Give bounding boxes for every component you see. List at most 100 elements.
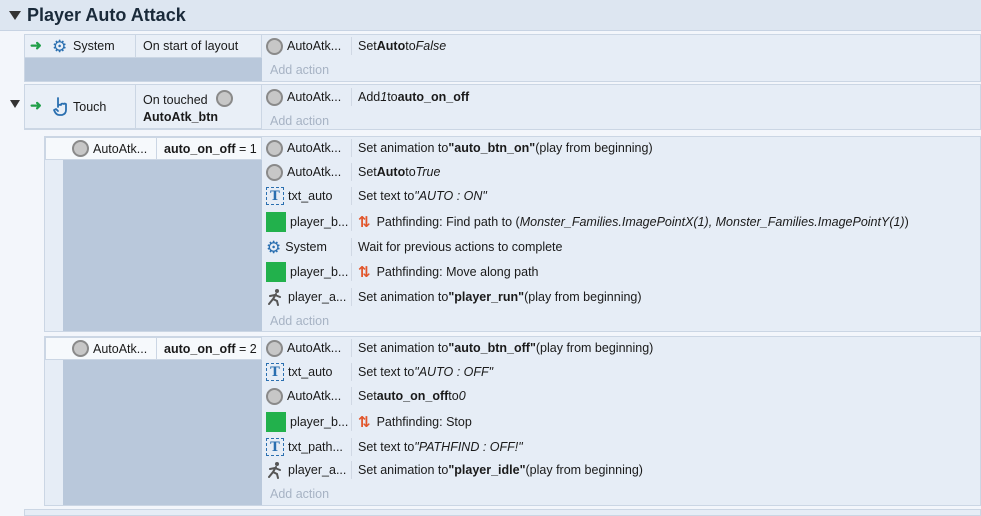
- action-text: Set text to "AUTO : ON": [358, 189, 487, 203]
- green-square-icon: [266, 262, 286, 282]
- action-text: Set text to "AUTO : OFF": [358, 365, 494, 379]
- event-arrow-icon: ➜: [30, 37, 42, 53]
- add-action-link[interactable]: Add action: [270, 109, 329, 133]
- action-text: Set animation to "auto_btn_off" (play fr…: [358, 341, 654, 355]
- action-row[interactable]: Ttxt_auto Set text to "AUTO : ON": [262, 184, 981, 208]
- action-text: Wait for previous actions to complete: [358, 240, 563, 254]
- add-action-link[interactable]: Add action: [270, 309, 329, 333]
- action-row[interactable]: AutoAtk... Set animation to "auto_btn_of…: [262, 336, 981, 360]
- sub-event-2-condition[interactable]: AutoAtk... auto_on_off = 2: [45, 337, 262, 360]
- action-row[interactable]: AutoAtk... Set Auto to True: [262, 160, 981, 184]
- condition-text: auto_on_off = 1: [164, 142, 257, 156]
- action-object: txt_auto: [288, 365, 333, 379]
- action-text: ⇅ Pathfinding: Stop: [358, 413, 472, 431]
- action-row[interactable]: player_b... ⇅ Pathfinding: Stop: [262, 410, 981, 434]
- condition-text-line2: AutoAtk_btn: [143, 110, 218, 124]
- action-object: txt_path...: [288, 440, 343, 454]
- action-row[interactable]: AutoAtk... Set Auto to False: [262, 34, 981, 58]
- action-object: txt_auto: [288, 189, 333, 203]
- action-object: System: [285, 240, 327, 254]
- add-action-row[interactable]: Add action: [262, 309, 981, 333]
- text-object-icon: T: [266, 363, 284, 381]
- divider: [156, 138, 157, 159]
- circle-object-icon: [266, 37, 283, 55]
- condition-object: System: [73, 39, 115, 53]
- action-object: player_a...: [288, 463, 347, 477]
- running-figure-icon: [268, 462, 281, 479]
- action-row[interactable]: AutoAtk... Set animation to "auto_btn_on…: [262, 136, 981, 160]
- sub-event-1-condition[interactable]: AutoAtk... auto_on_off = 1: [45, 137, 262, 160]
- collapse-triangle-icon[interactable]: [9, 11, 21, 20]
- action-row[interactable]: Ttxt_auto Set text to "AUTO : OFF": [262, 360, 981, 384]
- circle-object-icon: [266, 139, 283, 157]
- gear-icon: ⚙: [266, 237, 282, 257]
- action-text: Set text to "PATHFIND : OFF!": [358, 440, 523, 454]
- action-object: AutoAtk...: [287, 90, 342, 104]
- gear-icon: ⚙: [52, 37, 68, 56]
- action-object: AutoAtk...: [287, 141, 342, 155]
- text-object-icon: T: [266, 438, 284, 456]
- action-text: Set animation to "player_idle" (play fro…: [358, 463, 643, 477]
- circle-object-icon: [72, 140, 89, 157]
- action-row[interactable]: Ttxt_path... Set text to "PATHFIND : OFF…: [262, 435, 981, 459]
- action-object: AutoAtk...: [287, 389, 342, 403]
- circle-object-icon: [266, 339, 283, 357]
- circle-object-icon: [266, 163, 283, 181]
- add-action-row[interactable]: Add action: [262, 482, 981, 506]
- event-2-condition-column: ➜ Touch On touched AutoAtk_btn: [25, 85, 262, 129]
- condition-object: AutoAtk...: [93, 142, 148, 156]
- action-row[interactable]: player_a... Set animation to "player_run…: [262, 285, 981, 309]
- add-action-row[interactable]: Add action: [262, 58, 981, 82]
- action-row[interactable]: ⚙ System Wait for previous actions to com…: [262, 235, 981, 259]
- group-title: Player Auto Attack: [27, 5, 186, 25]
- event-1-condition[interactable]: ➜ ⚙ System On start of layout: [25, 35, 262, 58]
- divider: [135, 85, 136, 129]
- touch-hand-icon: [53, 97, 67, 116]
- action-row[interactable]: player_a... Set animation to "player_idl…: [262, 458, 981, 482]
- action-text: Set Auto to False: [358, 39, 447, 53]
- pathfinding-icon: ⇅: [358, 263, 371, 281]
- circle-object-icon: [266, 88, 283, 106]
- green-square-icon: [266, 412, 286, 432]
- action-text: Set auto_on_off to 0: [358, 389, 466, 403]
- action-object: AutoAtk...: [287, 341, 342, 355]
- action-text: Add 1 to auto_on_off: [358, 90, 470, 104]
- condition-object: AutoAtk...: [93, 342, 148, 356]
- condition-text: auto_on_off = 2: [164, 342, 257, 356]
- action-object: player_b...: [290, 215, 349, 229]
- add-action-link[interactable]: Add action: [270, 58, 329, 82]
- event-2-condition[interactable]: ➜ Touch On touched AutoAtk_btn: [25, 85, 262, 129]
- action-text: Set animation to "player_run" (play from…: [358, 290, 642, 304]
- circle-object-icon: [266, 387, 283, 405]
- action-object: player_b...: [290, 265, 349, 279]
- event-1-condition-column: ➜ ⚙ System On start of layout: [25, 35, 262, 81]
- add-action-link[interactable]: Add action: [270, 482, 329, 506]
- action-text: ⇅ Pathfinding: Move along path: [358, 263, 539, 281]
- condition-text: On start of layout: [143, 39, 239, 53]
- add-action-row[interactable]: Add action: [262, 109, 981, 133]
- sub-event-2-condition-column: [63, 337, 262, 505]
- action-row[interactable]: AutoAtk... Set auto_on_off to 0: [262, 384, 981, 408]
- pathfinding-icon: ⇅: [358, 213, 371, 231]
- action-row[interactable]: AutoAtk... Add 1 to auto_on_off: [262, 85, 981, 109]
- group-header[interactable]: Player Auto Attack: [0, 0, 981, 31]
- collapse-triangle-icon[interactable]: [10, 100, 20, 108]
- action-object: player_b...: [290, 415, 349, 429]
- action-object: AutoAtk...: [287, 165, 342, 179]
- circle-object-icon: [72, 340, 89, 357]
- next-event-block[interactable]: [24, 509, 981, 516]
- action-row[interactable]: player_b... ⇅ Pathfinding: Move along pat…: [262, 260, 981, 284]
- circle-object-icon: [216, 90, 233, 107]
- running-figure-icon: [268, 289, 281, 306]
- condition-text-line1: On touched: [143, 93, 208, 107]
- divider: [135, 35, 136, 58]
- condition-object: Touch: [73, 100, 107, 114]
- event-arrow-icon: ➜: [30, 97, 42, 113]
- pathfinding-icon: ⇅: [358, 413, 371, 431]
- action-object: AutoAtk...: [287, 39, 342, 53]
- action-row[interactable]: player_b... ⇅ Pathfinding: Find path to (…: [262, 210, 981, 234]
- action-text: ⇅ Pathfinding: Find path to (Monster_Fami…: [358, 213, 909, 231]
- sub-event-1-condition-column: [63, 137, 262, 331]
- action-text: Set Auto to True: [358, 165, 441, 179]
- action-object: player_a...: [288, 290, 347, 304]
